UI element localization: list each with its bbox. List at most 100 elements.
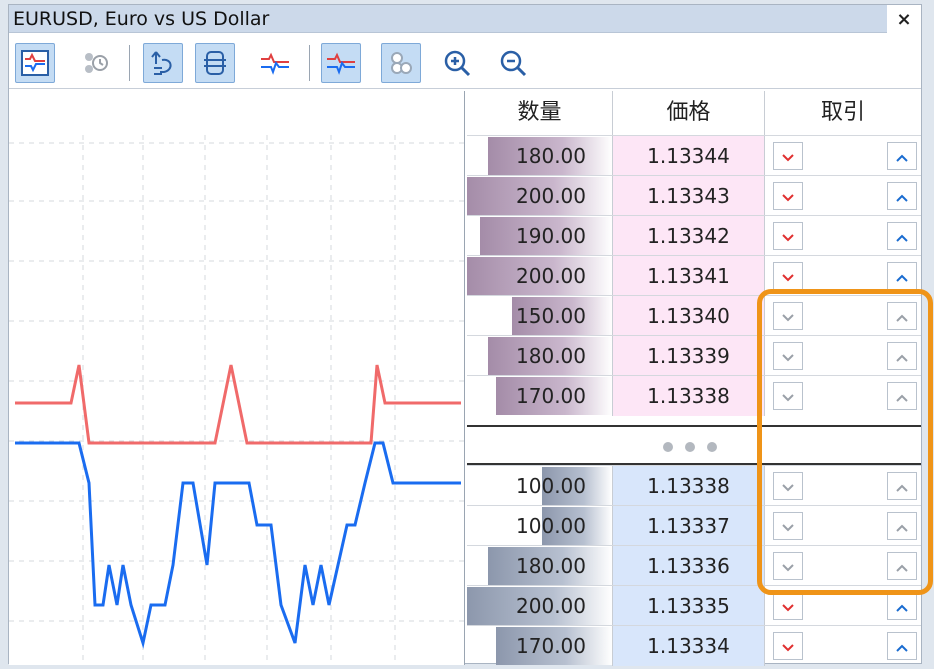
sell-button[interactable] [773,342,803,370]
tick-chart-canvas [9,135,465,665]
zoom-in-button[interactable] [437,43,477,83]
ask-line [15,364,461,445]
spread-separator [467,425,921,465]
chevron-up-icon [895,136,909,176]
sell-button[interactable] [773,632,803,660]
buy-button[interactable] [887,512,917,540]
volume-value: 150.00 [516,304,586,328]
price-cell: 1.13334 [613,626,765,666]
sell-button[interactable] [773,222,803,250]
close-button[interactable]: × [891,7,917,33]
volume-value: 180.00 [516,344,586,368]
price-cell: 1.13340 [613,296,765,336]
chevron-down-icon [781,296,795,336]
chevron-up-icon [895,586,909,626]
chevron-down-icon [781,506,795,546]
trade-cell [765,546,921,586]
volume-cell: 200.00 [467,586,613,626]
ask-row: 190.00 1.13342 [467,215,921,256]
depth-of-market-window: EURUSD, Euro vs US Dollar × 数量 価格 取引 180… [8,4,933,666]
chart-button[interactable] [15,43,55,83]
bid-row: 170.00 1.13334 [467,625,921,666]
chevron-up-icon [895,256,909,296]
ask-row: 180.00 1.13344 [467,135,921,176]
buy-button[interactable] [887,142,917,170]
price-cell: 1.13336 [613,546,765,586]
price-header: 価格 [613,91,765,135]
bid-row: 100.00 1.13337 [467,505,921,546]
auto-scroll-button[interactable] [143,43,183,83]
sell-button[interactable] [773,262,803,290]
volume-value: 100.00 [516,514,586,538]
trade-cell [765,136,921,176]
volume-cell: 200.00 [467,256,613,296]
auto-scroll-icon [151,51,172,75]
tick-chart-icon [261,52,289,75]
sell-button[interactable] [773,472,803,500]
grouping-button[interactable] [381,43,421,83]
ask-row: 200.00 1.13343 [467,175,921,216]
ask-row: 180.00 1.13339 [467,335,921,376]
chart-icon [21,50,49,76]
volume-cell: 170.00 [467,376,613,416]
price-cell: 1.13338 [613,466,765,506]
chevron-down-icon [781,136,795,176]
sell-button[interactable] [773,552,803,580]
bid-line [15,441,461,649]
trade-cell [765,626,921,666]
sell-button[interactable] [773,512,803,540]
bid-row: 200.00 1.13335 [467,585,921,626]
chevron-up-icon [895,176,909,216]
chevron-down-icon [781,466,795,506]
trade-cell [765,466,921,506]
trade-header: 取引 [820,100,865,125]
volume-header: 数量 [467,91,613,135]
depth-chart-button[interactable] [321,43,361,83]
tick-chart-button[interactable] [255,43,295,83]
volume-value: 180.00 [516,554,586,578]
one-click-trading-button[interactable] [75,43,115,83]
chevron-up-icon [895,336,909,376]
tick-chart [9,91,465,665]
spread-dot [685,442,695,452]
sell-button[interactable] [773,142,803,170]
window-title: EURUSD, Euro vs US Dollar [9,5,887,33]
chevron-up-icon [895,296,909,336]
buy-button[interactable] [887,592,917,620]
trade-cell [765,586,921,626]
price-cell: 1.13344 [613,136,765,176]
sell-button[interactable] [773,302,803,330]
buy-button[interactable] [887,382,917,410]
center-button[interactable] [195,43,235,83]
buy-button[interactable] [887,182,917,210]
volume-cell: 150.00 [467,296,613,336]
sell-button[interactable] [773,592,803,620]
chevron-up-icon [895,506,909,546]
center-icon [204,51,226,75]
spread-dot [707,442,717,452]
volume-value: 180.00 [516,144,586,168]
zoom-out-button[interactable] [493,43,533,83]
volume-value: 200.00 [516,264,586,288]
trade-cell [765,176,921,216]
volume-cell: 180.00 [467,336,613,376]
buy-button[interactable] [887,222,917,250]
buy-button[interactable] [887,342,917,370]
depth-chart-icon [327,52,355,75]
volume-cell: 200.00 [467,176,613,216]
sell-button[interactable] [773,382,803,410]
buy-button[interactable] [887,552,917,580]
chevron-down-icon [781,336,795,376]
grouping-icon [391,52,412,74]
buy-button[interactable] [887,302,917,330]
buy-button[interactable] [887,472,917,500]
sell-button[interactable] [773,182,803,210]
bid-row: 180.00 1.13336 [467,545,921,586]
volume-value: 200.00 [516,594,586,618]
volume-cell: 100.00 [467,466,613,506]
buy-button[interactable] [887,262,917,290]
trade-cell [765,256,921,296]
volume-cell: 170.00 [467,626,613,666]
chevron-up-icon [895,546,909,586]
buy-button[interactable] [887,632,917,660]
